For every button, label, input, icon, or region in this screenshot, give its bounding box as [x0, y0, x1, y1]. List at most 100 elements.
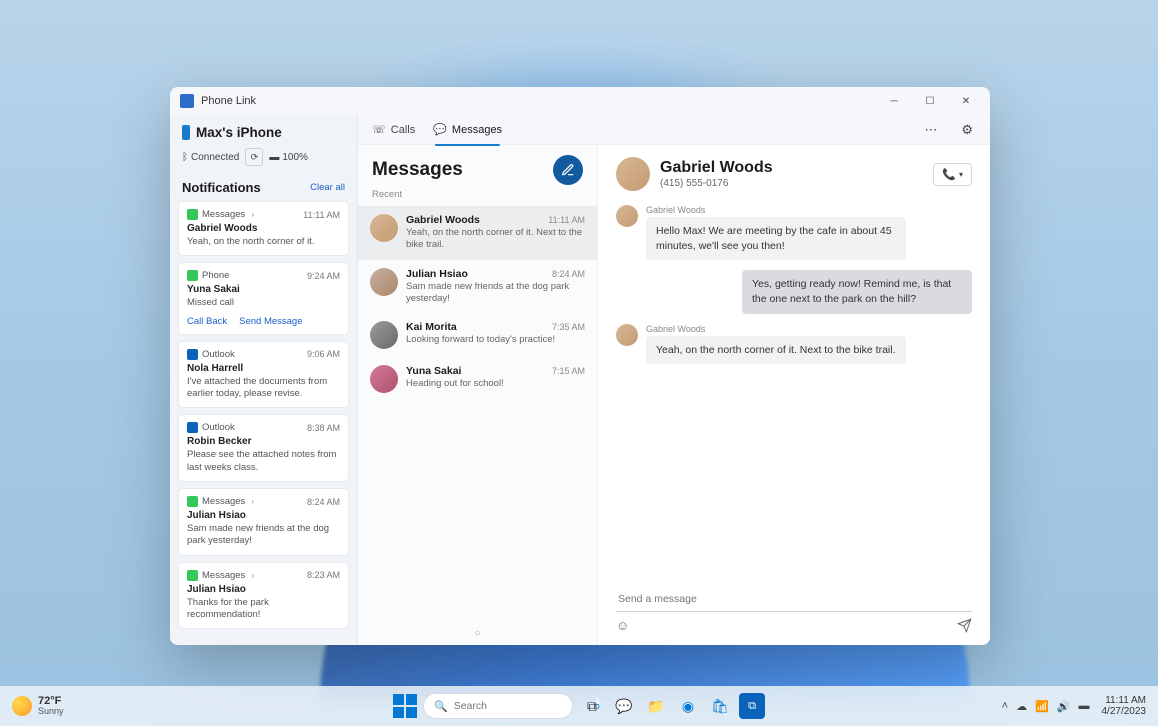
message-bubble[interactable]: Yes, getting ready now! Remind me, is th…: [742, 270, 972, 313]
chevron-up-icon[interactable]: ˄: [1002, 700, 1008, 712]
battery-label: 100%: [282, 152, 308, 163]
thread-item[interactable]: Kai Morita7:35 AMLooking forward to toda…: [358, 313, 597, 357]
thread-item[interactable]: Yuna Sakai7:15 AMHeading out for school!: [358, 357, 597, 401]
messages-column: Messages Recent Gabriel Woods11:11 AMYea…: [358, 145, 598, 645]
titlebar[interactable]: Phone Link ─ ☐ ✕: [170, 87, 990, 115]
contact-avatar[interactable]: [616, 157, 650, 191]
tab-messages[interactable]: 💬 Messages: [433, 119, 502, 140]
notification-body: Thanks for the park recommendation!: [187, 597, 340, 622]
clock[interactable]: 11:11 AM 4/27/2023: [1102, 695, 1147, 717]
notification-sender: Gabriel Woods: [187, 223, 340, 234]
device-name: Max's iPhone: [196, 125, 282, 140]
notification-card[interactable]: Messages›8:24 AMJulian HsiaoSam made new…: [178, 488, 349, 556]
connected-label: Connected: [191, 152, 239, 163]
messages-icon: 💬: [433, 123, 447, 136]
thread-avatar: [370, 214, 398, 242]
thread-time: 8:24 AM: [552, 269, 585, 279]
phone-link-app[interactable]: ⧉: [739, 693, 765, 719]
phone-icon: [182, 125, 190, 140]
thread-list[interactable]: Gabriel Woods11:11 AMYeah, on the north …: [358, 206, 597, 622]
message-bubble[interactable]: Hello Max! We are meeting by the cafe in…: [646, 217, 906, 260]
contact-name: Gabriel Woods: [660, 159, 923, 177]
thread-snippet: Yeah, on the north corner of it. Next to…: [406, 227, 585, 252]
search-box[interactable]: 🔍 b: [423, 693, 573, 719]
conversation-column: Gabriel Woods (415) 555-0176 📞 ▾ Gabriel…: [598, 145, 990, 645]
call-button[interactable]: 📞 ▾: [933, 163, 972, 186]
notification-list[interactable]: Messages›11:11 AMGabriel WoodsYeah, on t…: [170, 199, 357, 645]
thread-name: Yuna Sakai: [406, 365, 461, 377]
explorer-app[interactable]: 📁: [643, 693, 669, 719]
store-app[interactable]: 🛍: [707, 693, 733, 719]
bluetooth-icon: ᛒ: [182, 152, 188, 163]
app-badge-icon: [187, 349, 198, 360]
chat-app[interactable]: 💬: [611, 693, 637, 719]
notification-card[interactable]: Phone9:24 AMYuna SakaiMissed callCall Ba…: [178, 262, 349, 334]
taskbar-center: 🔍 b ⧉ 💬 📁 ◉ 🛍 ⧉: [393, 693, 765, 719]
app-badge-icon: [187, 570, 198, 581]
weather-widget[interactable]: 72°F Sunny: [12, 696, 64, 716]
message-bubble[interactable]: Yeah, on the north corner of it. Next to…: [646, 336, 906, 365]
thread-item[interactable]: Gabriel Woods11:11 AMYeah, on the north …: [358, 206, 597, 260]
battery-tray-icon[interactable]: ▬: [1079, 700, 1090, 712]
chevron-right-icon: ›: [251, 571, 254, 580]
wifi-icon[interactable]: 📶: [1035, 700, 1049, 713]
battery-icon: ▬: [269, 152, 279, 163]
thread-time: 11:11 AM: [548, 215, 585, 225]
message-sender: Gabriel Woods: [646, 324, 906, 334]
app-name: Outlook: [202, 349, 235, 360]
message-input[interactable]: [616, 587, 972, 612]
chevron-right-icon: ›: [251, 497, 254, 506]
message-avatar: [616, 205, 638, 227]
notification-body: Yeah, on the north corner of it.: [187, 236, 340, 248]
notification-card[interactable]: Outlook9:06 AMNola HarrellI've attached …: [178, 341, 349, 409]
recent-label: Recent: [358, 187, 597, 206]
send-button[interactable]: [957, 618, 972, 633]
edge-app[interactable]: ◉: [675, 693, 701, 719]
minimize-button[interactable]: ─: [876, 87, 912, 115]
window-title: Phone Link: [201, 95, 256, 107]
compose-button[interactable]: [553, 155, 583, 185]
system-tray[interactable]: ˄ ☁ 📶 🔊 ▬ 11:11 AM 4/27/2023: [1002, 695, 1146, 717]
notification-time: 9:24 AM: [307, 271, 340, 281]
taskbar[interactable]: 72°F Sunny 🔍 b ⧉ 💬 📁 ◉ 🛍 ⧉ ˄ ☁ 📶 🔊 ▬ 11:…: [0, 686, 1158, 726]
maximize-button[interactable]: ☐: [912, 87, 948, 115]
notifications-title: Notifications: [182, 180, 261, 195]
clear-all-link[interactable]: Clear all: [310, 182, 345, 193]
more-button[interactable]: ⋯: [921, 119, 940, 141]
clock-date: 4/27/2023: [1102, 706, 1147, 717]
onedrive-icon[interactable]: ☁: [1016, 700, 1027, 713]
close-button[interactable]: ✕: [948, 87, 984, 115]
tab-calls[interactable]: ☏ Calls: [372, 119, 415, 140]
thread-snippet: Sam made new friends at the dog park yes…: [406, 281, 585, 306]
notification-sender: Yuna Sakai: [187, 284, 340, 295]
notification-card[interactable]: Messages›8:23 AMJulian HsiaoThanks for t…: [178, 562, 349, 630]
weather-condition: Sunny: [38, 707, 64, 716]
notification-card[interactable]: Outlook8:38 AMRobin BeckerPlease see the…: [178, 414, 349, 482]
conversation-header: Gabriel Woods (415) 555-0176 📞 ▾: [598, 145, 990, 199]
battery-status: ▬ 100%: [269, 152, 308, 163]
start-button[interactable]: [393, 694, 417, 718]
messages-title: Messages: [372, 159, 463, 181]
notification-body: Sam made new friends at the dog park yes…: [187, 523, 340, 548]
thread-snippet: Looking forward to today's practice!: [406, 334, 585, 346]
conversation-scroll[interactable]: Gabriel Woods Hello Max! We are meeting b…: [598, 199, 990, 581]
emoji-button[interactable]: ☺: [616, 618, 629, 633]
notification-action[interactable]: Send Message: [239, 316, 302, 327]
app-name: Messages: [202, 496, 245, 507]
refresh-button[interactable]: ⟳: [245, 148, 263, 166]
device-row[interactable]: Max's iPhone: [170, 121, 357, 144]
toolbar: ☏ Calls 💬 Messages ⋯ ⚙: [358, 115, 990, 145]
settings-button[interactable]: ⚙: [958, 119, 976, 141]
notification-sender: Nola Harrell: [187, 363, 340, 374]
volume-icon[interactable]: 🔊: [1057, 700, 1071, 713]
search-input[interactable]: [454, 700, 589, 712]
thread-item[interactable]: Julian Hsiao8:24 AMSam made new friends …: [358, 260, 597, 314]
contact-phone: (415) 555-0176: [660, 178, 923, 189]
notification-action[interactable]: Call Back: [187, 316, 227, 327]
message-row: Gabriel WoodsHello Max! We are meeting b…: [616, 205, 972, 260]
thread-time: 7:15 AM: [552, 366, 585, 376]
task-view-button[interactable]: ⧉: [579, 693, 605, 719]
app-name: Messages: [202, 570, 245, 581]
app-badge-icon: [187, 496, 198, 507]
notification-card[interactable]: Messages›11:11 AMGabriel WoodsYeah, on t…: [178, 201, 349, 256]
